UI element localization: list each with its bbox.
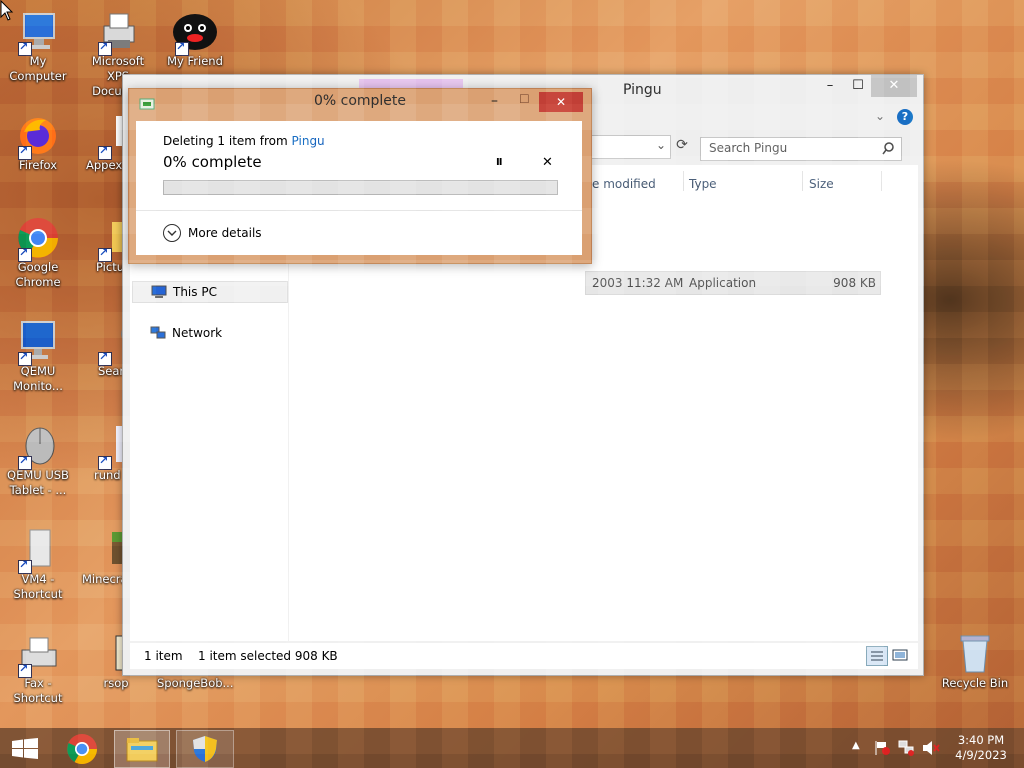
taskbar: ▲ 3:40 PM 4/9/2023: [0, 728, 1024, 768]
taskbar-clock[interactable]: 3:40 PM 4/9/2023: [948, 733, 1014, 763]
status-selected: 1 item selected 908 KB: [198, 649, 338, 663]
dialog-close-button[interactable]: ✕: [539, 92, 583, 112]
show-hidden-icons-chevron-icon[interactable]: ▲: [852, 740, 860, 751]
column-divider: [683, 171, 684, 191]
details-view-icon: [871, 651, 883, 661]
column-divider: [802, 171, 803, 191]
shield-icon: [193, 736, 217, 762]
chrome-logo-icon: [67, 734, 97, 765]
column-date-modified[interactable]: e modified: [592, 177, 656, 191]
nav-this-pc-label: This PC: [173, 285, 217, 299]
file-type: Application: [689, 276, 757, 290]
ribbon-expand-chevron-icon[interactable]: ⌄: [875, 109, 885, 123]
progress-bar: [163, 180, 558, 195]
firefox-icon[interactable]: Firefox: [0, 114, 76, 173]
cancel-operation-button[interactable]: ✕: [542, 155, 553, 170]
nav-network-label: Network: [172, 326, 223, 340]
taskbar-chrome-button[interactable]: [55, 730, 111, 766]
deleting-location-link[interactable]: Pingu: [292, 134, 325, 148]
recycle-bin-icon[interactable]: Recycle Bin: [937, 632, 1013, 691]
explorer-maximize-button[interactable]: ☐: [845, 75, 871, 97]
address-bar[interactable]: ⌄: [589, 135, 671, 159]
mouse-cursor-icon: [0, 0, 14, 21]
explorer-close-button[interactable]: ✕: [871, 75, 917, 97]
search-icon[interactable]: [882, 142, 895, 155]
nav-item-this-pc[interactable]: This PC: [132, 281, 288, 303]
network-status-icon[interactable]: [898, 740, 914, 756]
file-size: 908 KB: [833, 276, 876, 290]
more-details-label: More details: [188, 226, 262, 240]
my-friend-icon[interactable]: My Friend: [157, 10, 233, 69]
qemu-usb-tablet-icon[interactable]: QEMU USB Tablet - ...: [0, 424, 76, 498]
nav-item-network[interactable]: Network: [132, 323, 286, 343]
chevron-down-circle-icon: [163, 224, 181, 242]
dialog-minimize-button[interactable]: –: [491, 93, 498, 109]
explorer-title: Pingu: [623, 82, 662, 98]
google-chrome-icon[interactable]: Google Chrome: [0, 216, 76, 290]
file-row[interactable]: 2003 11:32 AM Application 908 KB: [585, 271, 881, 295]
deleting-line: Deleting 1 item from Pingu: [163, 134, 325, 148]
clock-time: 3:40 PM: [957, 733, 1005, 747]
large-icons-view-button[interactable]: [890, 646, 910, 664]
column-type[interactable]: Type: [689, 177, 717, 191]
file-date: 2003 11:32 AM: [592, 276, 684, 290]
dialog-body: Deleting 1 item from Pingu 0% complete I…: [136, 121, 582, 255]
windows-logo-icon: [12, 738, 38, 759]
this-pc-icon: [151, 285, 167, 298]
vm4-shortcut-icon[interactable]: VM4 - Shortcut: [0, 528, 76, 602]
explorer-minimize-button[interactable]: –: [817, 75, 843, 97]
column-divider: [881, 171, 882, 191]
taskbar-file-explorer-button[interactable]: [114, 730, 170, 768]
delete-progress-dialog: 0% complete – ☐ ✕ Deleting 1 item from P…: [128, 88, 592, 264]
volume-muted-icon[interactable]: [922, 740, 940, 756]
pause-button[interactable]: II: [496, 157, 503, 168]
status-item-count: 1 item: [144, 649, 183, 663]
clock-date: 4/9/2023: [955, 748, 1007, 762]
large-icons-view-icon: [892, 649, 908, 661]
deleting-prefix: Deleting 1 item from: [163, 134, 292, 148]
column-size[interactable]: Size: [809, 177, 834, 191]
start-button[interactable]: [0, 730, 48, 766]
percent-complete-text: 0% complete: [163, 153, 262, 171]
action-center-flag-icon[interactable]: [874, 740, 890, 756]
search-box[interactable]: Search Pingu: [700, 137, 902, 161]
status-bar: 1 item 1 item selected 908 KB: [130, 643, 918, 669]
details-view-button[interactable]: [866, 646, 888, 666]
trash-bin-icon: [960, 635, 990, 673]
dialog-maximize-button[interactable]: ☐: [519, 92, 530, 106]
dialog-divider: [136, 210, 582, 211]
refresh-icon[interactable]: ⟳: [671, 137, 693, 157]
help-icon[interactable]: ?: [897, 109, 913, 125]
address-dropdown-chevron-icon[interactable]: ⌄: [656, 138, 666, 152]
fax-shortcut-icon[interactable]: Fax - Shortcut: [0, 632, 76, 706]
folder-icon: [126, 738, 158, 762]
qemu-monitor-icon[interactable]: QEMU Monito...: [0, 320, 76, 394]
taskbar-security-button[interactable]: [176, 730, 234, 768]
network-icon: [150, 326, 166, 339]
search-input[interactable]: Search Pingu: [709, 141, 787, 155]
